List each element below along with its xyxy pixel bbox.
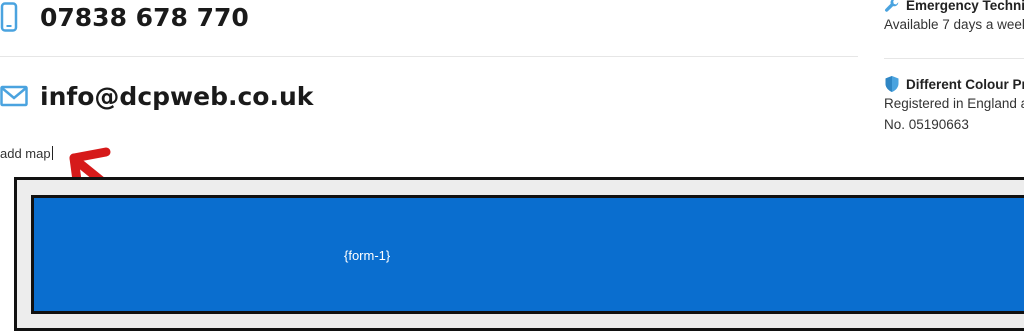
form-shortcode: {form-1} <box>344 248 391 263</box>
info-company-line-1: Registered in England a <box>884 96 1024 111</box>
info-company: Different Colour Pr Registered in Englan… <box>884 75 1024 135</box>
info-emergency-line: Available 7 days a week <box>884 17 1024 32</box>
email-address[interactable]: info@dcpweb.co.uk <box>40 82 313 111</box>
phone-icon <box>0 0 32 34</box>
info-emergency: Emergency Techni Available 7 days a week <box>884 0 1024 35</box>
info-divider <box>884 58 1024 59</box>
wrench-icon <box>884 0 906 13</box>
info-emergency-title: Emergency Techni <box>906 0 1024 13</box>
envelope-icon <box>0 79 32 113</box>
map-placeholder-text[interactable]: add map <box>0 146 53 161</box>
email-row: info@dcpweb.co.uk <box>0 78 313 114</box>
phone-row: 07838 678 770 <box>0 0 249 34</box>
contact-divider <box>0 56 858 57</box>
map-placeholder-label: add map <box>0 146 51 161</box>
phone-number[interactable]: 07838 678 770 <box>40 3 249 32</box>
info-company-title: Different Colour Pr <box>906 76 1024 92</box>
shield-icon <box>884 75 906 93</box>
info-company-line-2: No. 05190663 <box>884 117 969 132</box>
form-embed-block[interactable] <box>31 195 1024 314</box>
text-cursor <box>51 146 53 160</box>
